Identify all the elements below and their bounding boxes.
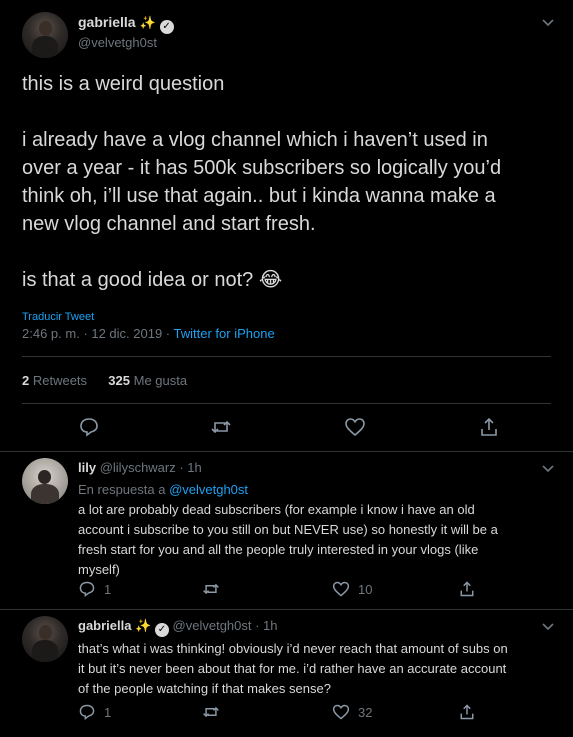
sparkles-icon: ✨: [135, 618, 152, 633]
divider: [0, 609, 573, 610]
tweet-line: this is a weird question: [22, 73, 225, 95]
heart-icon[interactable]: [344, 416, 366, 438]
tweet-line: over a year - it has 500k subscribers so…: [22, 157, 502, 179]
avatar[interactable]: [22, 12, 68, 58]
tweet-line: think oh, i’ll use that again.. but i ki…: [22, 185, 496, 207]
divider: [22, 356, 551, 357]
tweet-line: is that a good idea or not? 😂: [22, 266, 562, 294]
avatar[interactable]: [22, 616, 68, 662]
share-icon[interactable]: [478, 416, 500, 438]
likes-stat[interactable]: 325 Me gusta: [108, 373, 187, 388]
author-name-row[interactable]: gabriella ✨ ✓: [78, 14, 174, 34]
share-icon[interactable]: [458, 703, 476, 721]
avatar-body: [32, 640, 58, 662]
reply-author-row: gabriella ✨ ✓ @velvetgh0st · 1h: [78, 618, 278, 637]
engagement-stats: 2 Retweets 325 Me gusta: [22, 373, 187, 388]
heart-icon[interactable]: [332, 703, 350, 721]
reply-handle-time[interactable]: @velvetgh0st · 1h: [173, 618, 278, 633]
heart-icon[interactable]: [332, 580, 350, 598]
share-icon[interactable]: [458, 580, 476, 598]
tweet-text: this is a weird question i already have …: [22, 70, 562, 294]
chevron-down-icon[interactable]: [539, 617, 557, 635]
divider: [0, 451, 573, 452]
tweet-question: is that a good idea or not?: [22, 269, 254, 291]
reply-icon[interactable]: [78, 703, 96, 721]
verified-badge-icon: ✓: [159, 20, 174, 34]
reply-handle-time[interactable]: @lilyschwarz · 1h: [100, 460, 202, 475]
avatar-body: [31, 484, 59, 504]
reply-count: 1: [104, 582, 112, 597]
replying-to-label: En respuesta a: [78, 482, 170, 497]
tweet-timestamp-row: 2:46 p. m. · 12 dic. 2019 · Twitter for …: [22, 326, 275, 341]
avatar-body: [32, 36, 58, 58]
reply-line: account i subscribe to you still on but …: [78, 522, 498, 537]
reply-line: a lot are probably dead subscribers (for…: [78, 502, 475, 517]
verified-badge-icon: ✓: [154, 623, 169, 637]
reply-text: that’s what i was thinking! obviously i’…: [78, 639, 563, 699]
reply-author-row: lily @lilyschwarz · 1h: [78, 460, 202, 475]
retweet-icon[interactable]: [210, 416, 232, 438]
reply-icon[interactable]: [78, 580, 96, 598]
reply-icon[interactable]: [78, 416, 100, 438]
reply-display-name[interactable]: gabriella: [78, 618, 131, 633]
reply-text: a lot are probably dead subscribers (for…: [78, 500, 558, 580]
laughing-emoji-icon: 😂: [258, 269, 283, 291]
sparkles-icon: ✨: [139, 15, 156, 30]
retweet-icon[interactable]: [202, 703, 220, 721]
avatar-head: [39, 21, 52, 36]
avatar-head: [39, 625, 52, 640]
reply-line: it but it’s never been about that for me…: [78, 661, 507, 676]
retweet-icon[interactable]: [202, 580, 220, 598]
reply-line: that’s what i was thinking! obviously i’…: [78, 641, 508, 656]
retweets-stat[interactable]: 2 Retweets: [22, 373, 87, 388]
like-count: 32: [358, 705, 373, 720]
author-handle[interactable]: @velvetgh0st: [78, 35, 157, 50]
tweet-source[interactable]: Twitter for iPhone: [174, 326, 275, 341]
reply-line: fresh start for you and all the people t…: [78, 542, 479, 557]
divider: [22, 403, 551, 404]
reply-line: of the people watching if that makes sen…: [78, 681, 331, 696]
tweet-line: i already have a vlog channel which i ha…: [22, 129, 488, 151]
reply-count: 1: [104, 705, 112, 720]
tweet-line: new vlog channel and start fresh.: [22, 213, 316, 235]
tweet-timestamp[interactable]: 2:46 p. m. · 12 dic. 2019 ·: [22, 326, 174, 341]
avatar-head: [38, 470, 51, 484]
reply-display-name[interactable]: lily: [78, 460, 96, 475]
like-count: 10: [358, 582, 373, 597]
reply-line: myself): [78, 562, 120, 577]
avatar[interactable]: [22, 458, 68, 504]
chevron-down-icon[interactable]: [539, 459, 557, 477]
translate-link[interactable]: Traducir Tweet: [22, 311, 94, 323]
replying-to: En respuesta a @velvetgh0st: [78, 482, 248, 497]
author-display-name[interactable]: gabriella: [78, 14, 136, 30]
chevron-down-icon[interactable]: [539, 13, 557, 31]
replying-to-handle[interactable]: @velvetgh0st: [169, 482, 248, 497]
